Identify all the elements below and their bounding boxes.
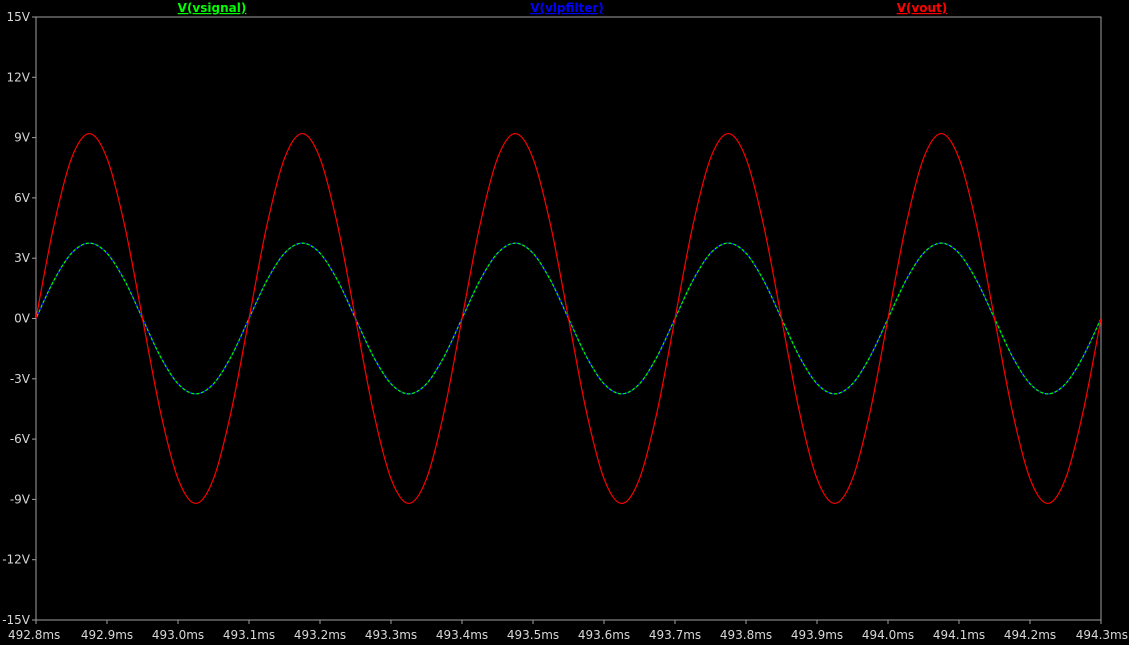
- y-tick-label: 9V: [14, 131, 31, 145]
- y-tick-label: -9V: [10, 492, 31, 506]
- x-tick-label: 494.1ms: [933, 628, 985, 642]
- x-tick-label: 494.3ms: [1076, 628, 1128, 642]
- x-tick-label: 493.5ms: [507, 628, 559, 642]
- x-tick-label: 493.6ms: [578, 628, 630, 642]
- x-tick-label: 492.9ms: [81, 628, 133, 642]
- y-tick-label: -6V: [10, 432, 31, 446]
- y-tick-label: 0V: [14, 312, 31, 326]
- trace-v-vout[interactable]: [36, 132, 1101, 505]
- legend-label[interactable]: V(vout): [897, 1, 948, 15]
- x-tick-label: 493.2ms: [294, 628, 346, 642]
- x-tick-label: 492.8ms: [8, 628, 60, 642]
- traces: [36, 132, 1101, 505]
- y-tick-label: 15V: [7, 10, 31, 24]
- x-axis: 492.8ms 492.9ms 493.0ms 493.1ms 493.2ms 493.3…: [8, 620, 1128, 642]
- waveform-plot[interactable]: 15V12V9V6V3V0V-3V-6V-9V-12V-15V 492.8ms 4…: [0, 0, 1129, 645]
- y-tick-label: 12V: [7, 70, 31, 84]
- x-tick-label: 494.0ms: [862, 628, 914, 642]
- x-tick-label: 493.9ms: [791, 628, 843, 642]
- legend: V(vsignal) V(vlpfilter) V(vout): [178, 1, 948, 15]
- x-tick-label: 493.7ms: [649, 628, 701, 642]
- x-tick-label: 493.3ms: [365, 628, 417, 642]
- y-tick-label: -3V: [10, 372, 31, 386]
- x-tick-label: 493.0ms: [152, 628, 204, 642]
- x-tick-label: 494.2ms: [1004, 628, 1056, 642]
- x-tick-label: 493.4ms: [436, 628, 488, 642]
- y-tick-label: 3V: [14, 251, 31, 265]
- y-tick-label: -15V: [2, 613, 31, 627]
- x-tick-label: 493.1ms: [223, 628, 275, 642]
- legend-label[interactable]: V(vsignal): [178, 1, 247, 15]
- x-tick-label: 493.8ms: [720, 628, 772, 642]
- y-axis: 15V 12V 9V 6V 3V 0V -3V -6V -9V -12V -15V: [2, 10, 36, 627]
- y-tick-label: 6V: [14, 191, 31, 205]
- legend-label[interactable]: V(vlpfilter): [530, 1, 604, 15]
- y-tick-label: -12V: [2, 553, 31, 567]
